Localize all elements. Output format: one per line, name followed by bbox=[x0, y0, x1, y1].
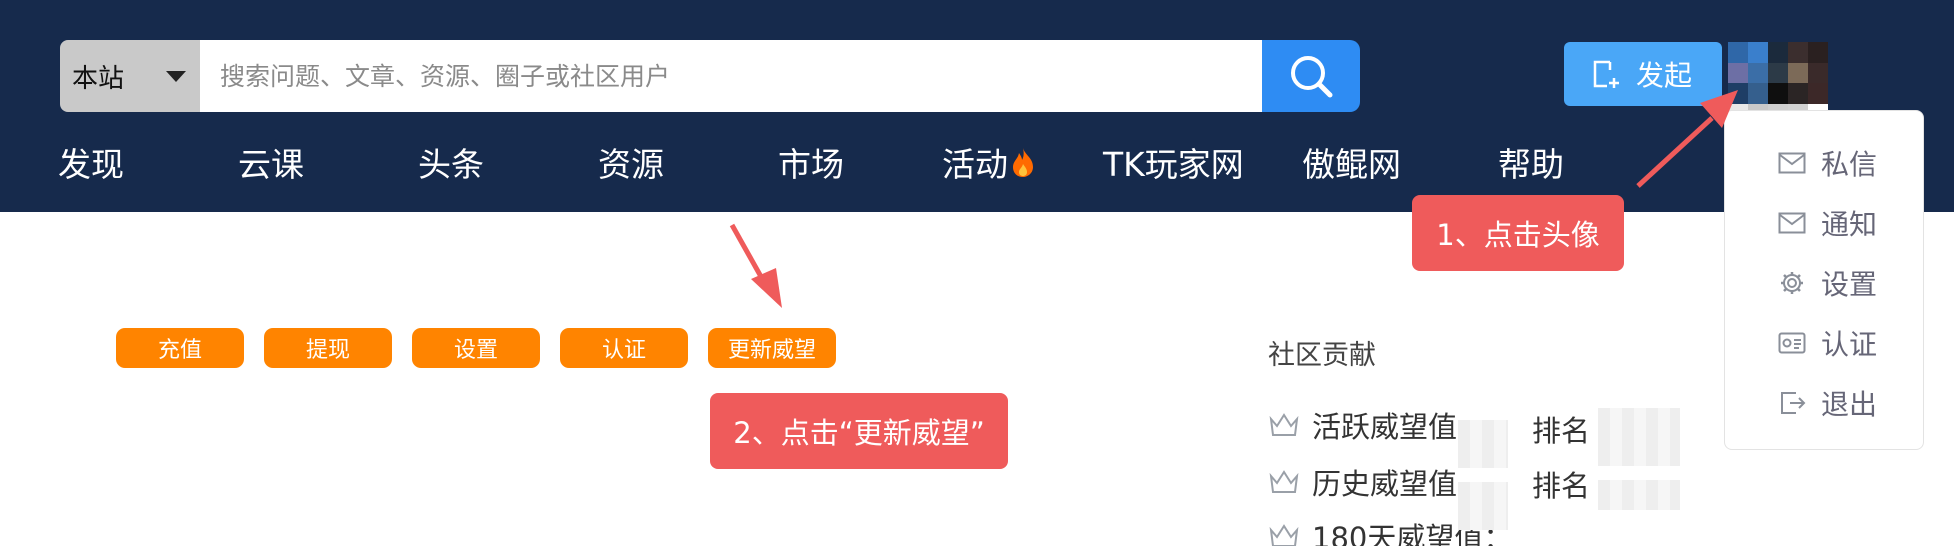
id-card-icon bbox=[1777, 328, 1807, 358]
nav-item-label: 云课 bbox=[238, 145, 304, 184]
annotation-step-2: 2、点击“更新威望” bbox=[710, 393, 1008, 469]
nav-item-label: 头条 bbox=[418, 145, 484, 184]
nav-item-events[interactable]: 活动 bbox=[942, 138, 1036, 186]
annotation-step-1: 1、点击头像 bbox=[1412, 195, 1624, 271]
nav-item-label: 帮助 bbox=[1498, 145, 1564, 184]
redacted-value bbox=[1598, 408, 1680, 466]
avatar-pixel bbox=[1808, 42, 1828, 63]
menu-item-label: 私信 bbox=[1821, 148, 1878, 181]
nav-item-aokun[interactable]: 傲鲲网 bbox=[1302, 138, 1401, 186]
update-prestige-button[interactable]: 更新威望 bbox=[708, 328, 836, 368]
search-icon bbox=[1291, 56, 1333, 98]
crown-icon bbox=[1269, 470, 1299, 493]
arrow-to-update-prestige bbox=[729, 223, 782, 308]
avatar-pixel bbox=[1768, 42, 1788, 63]
search-scope-select[interactable]: 本站 bbox=[60, 40, 200, 112]
avatar-pixel bbox=[1728, 42, 1748, 63]
avatar-pixel bbox=[1768, 83, 1788, 104]
recharge-button[interactable]: 充值 bbox=[116, 328, 244, 368]
rank-label: 排名 bbox=[1532, 469, 1591, 503]
nav-item-headlines[interactable]: 头条 bbox=[418, 138, 484, 186]
nav-item-label: TK玩家网 bbox=[1103, 145, 1244, 184]
publish-button[interactable]: 发起 bbox=[1564, 42, 1722, 106]
nav-item-tk-player[interactable]: TK玩家网 bbox=[1103, 138, 1244, 186]
nav-item-label: 市场 bbox=[778, 145, 844, 184]
avatar-pixel bbox=[1808, 62, 1828, 83]
new-post-icon bbox=[1593, 60, 1619, 88]
nav-item-help[interactable]: 帮助 bbox=[1498, 138, 1564, 186]
avatar-pixel bbox=[1788, 42, 1808, 63]
menu-item-label: 通知 bbox=[1821, 208, 1878, 241]
avatar-pixel bbox=[1768, 62, 1788, 83]
verify-button[interactable]: 认证 bbox=[560, 328, 688, 368]
menu-item-label: 设置 bbox=[1821, 268, 1878, 301]
menu-item-label: 认证 bbox=[1821, 328, 1878, 361]
community-contribution-title: 社区贡献 bbox=[1268, 340, 1376, 371]
contribution-row-active: 活跃威望值 bbox=[1268, 405, 1457, 445]
search-input[interactable] bbox=[200, 40, 1262, 112]
nav-item-cloud-course[interactable]: 云课 bbox=[238, 138, 304, 186]
nav-item-resources[interactable]: 资源 bbox=[598, 138, 664, 186]
user-dropdown-menu: 私信 通知 设置 认证 退出 bbox=[1724, 110, 1924, 450]
flame-icon bbox=[1013, 148, 1033, 177]
nav-item-discover[interactable]: 发现 bbox=[58, 138, 124, 186]
mail-icon bbox=[1777, 208, 1807, 238]
nav-item-label: 傲鲲网 bbox=[1302, 145, 1401, 184]
avatar-pixel bbox=[1788, 83, 1808, 104]
nav-item-label: 活动 bbox=[942, 145, 1008, 184]
menu-item-settings[interactable]: 设置 bbox=[1777, 263, 1877, 303]
contribution-row-history: 历史威望值 bbox=[1268, 462, 1457, 502]
rank-label: 排名 bbox=[1532, 414, 1591, 448]
nav-item-label: 发现 bbox=[58, 145, 124, 184]
top-header: 本站 发起 发现 云课 头条 资源 市场 活动 bbox=[0, 0, 1954, 212]
gear-icon bbox=[1777, 268, 1807, 298]
avatar-pixel bbox=[1748, 42, 1768, 63]
contribution-label: 活跃威望值 bbox=[1312, 410, 1458, 444]
avatar-pixel bbox=[1728, 62, 1748, 83]
main-nav: 发现 云课 头条 资源 市场 活动 TK玩家网 傲鲲网 帮助 bbox=[0, 138, 1600, 188]
menu-item-logout[interactable]: 退出 bbox=[1777, 383, 1877, 423]
nav-item-label: 资源 bbox=[598, 145, 664, 184]
redacted-value bbox=[1598, 480, 1680, 510]
redacted-value bbox=[1458, 420, 1508, 468]
caret-down-icon bbox=[166, 71, 186, 82]
nav-item-market[interactable]: 市场 bbox=[778, 138, 844, 186]
search-bar: 本站 bbox=[60, 40, 1360, 112]
avatar-pixel bbox=[1728, 83, 1748, 104]
avatar-pixel bbox=[1808, 83, 1828, 104]
menu-item-notifications[interactable]: 通知 bbox=[1777, 203, 1877, 243]
menu-item-label: 退出 bbox=[1821, 388, 1878, 421]
avatar-pixel bbox=[1748, 83, 1768, 104]
withdraw-button[interactable]: 提现 bbox=[264, 328, 392, 368]
search-button[interactable] bbox=[1262, 40, 1360, 112]
settings-button[interactable]: 设置 bbox=[412, 328, 540, 368]
menu-item-messages[interactable]: 私信 bbox=[1777, 143, 1877, 183]
avatar-pixel bbox=[1788, 62, 1808, 83]
crown-icon bbox=[1269, 524, 1299, 546]
avatar-pixel bbox=[1748, 62, 1768, 83]
crown-icon bbox=[1269, 413, 1299, 436]
redacted-value bbox=[1458, 482, 1508, 530]
publish-label: 发起 bbox=[1636, 59, 1693, 92]
menu-item-verify[interactable]: 认证 bbox=[1777, 323, 1877, 363]
search-scope-label: 本站 bbox=[72, 63, 125, 94]
contribution-label: 历史威望值 bbox=[1312, 467, 1458, 501]
logout-icon bbox=[1777, 388, 1807, 418]
mail-icon bbox=[1777, 148, 1807, 178]
